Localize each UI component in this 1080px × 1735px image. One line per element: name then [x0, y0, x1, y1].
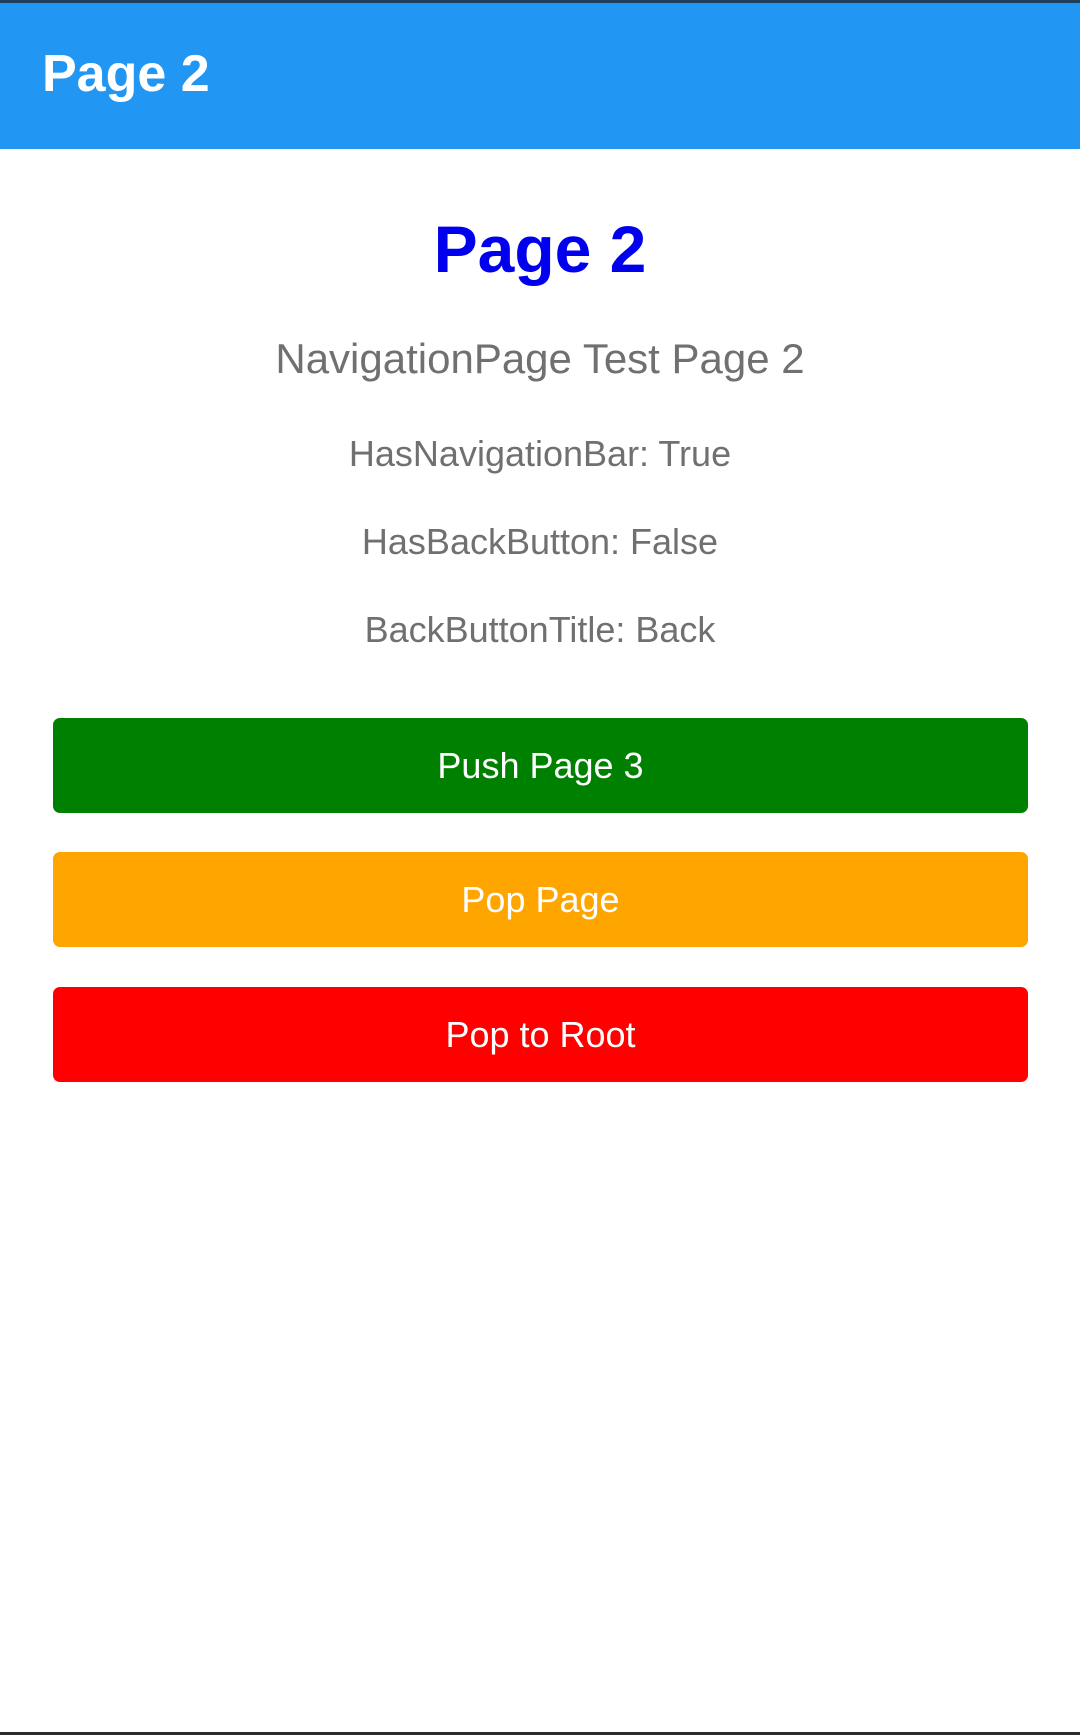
- app-bar: Page 2: [0, 3, 1080, 149]
- push-page-3-button-label: Push Page 3: [437, 744, 644, 786]
- screen: Page 2 Page 2 NavigationPage Test Page 2…: [0, 0, 1080, 1735]
- app-bar-title: Page 2: [42, 45, 210, 103]
- pop-to-root-button[interactable]: Pop to Root: [53, 987, 1028, 1082]
- pop-page-button[interactable]: Pop Page: [53, 852, 1028, 947]
- back-button-title-label: BackButtonTitle: Back: [364, 609, 716, 650]
- has-navigation-bar-label: HasNavigationBar: True: [348, 433, 732, 474]
- push-page-3-button[interactable]: Push Page 3: [53, 718, 1028, 813]
- page-subtitle: NavigationPage Test Page 2: [275, 335, 805, 382]
- page-heading: Page 2: [433, 212, 647, 286]
- pop-page-button-label: Pop Page: [461, 878, 620, 920]
- pop-to-root-button-label: Pop to Root: [445, 1013, 636, 1055]
- has-back-button-label: HasBackButton: False: [361, 521, 719, 562]
